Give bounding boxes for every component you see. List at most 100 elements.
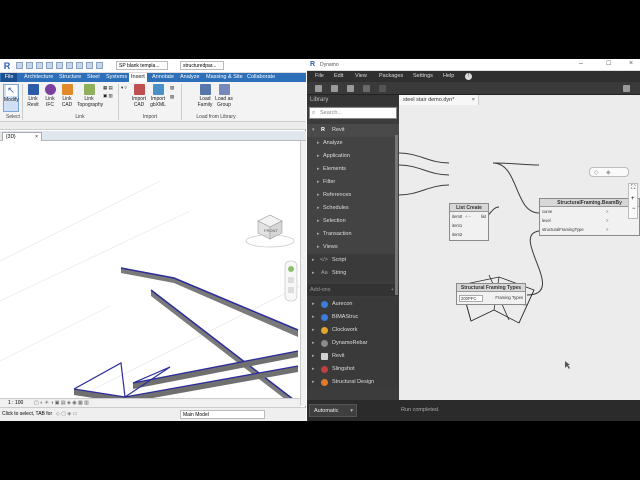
model-selector[interactable]: Main Model (180, 410, 265, 419)
addon-structural-design[interactable]: ▸ Structural Design (307, 376, 399, 389)
3d-view-canvas[interactable]: FRONT (0, 141, 300, 406)
framing-type-dropdown[interactable]: 200PFC (459, 295, 484, 302)
landing-beams[interactable] (73, 350, 299, 403)
add-input-control[interactable]: + − (465, 214, 471, 219)
library-item-script[interactable]: ▸ </> Script (307, 254, 399, 267)
undo-icon[interactable] (363, 85, 370, 92)
node-structural-framing-beam-by-curve[interactable]: StructuralFraming.BeamBy curve level str… (539, 198, 640, 236)
view-scale[interactable]: 1 : 100 (8, 400, 23, 406)
camera-icon[interactable] (623, 85, 630, 92)
load-family-button[interactable]: Load Family (196, 84, 214, 108)
node-structural-framing-types[interactable]: Structural Framing Types 200PFC Framing … (456, 283, 526, 305)
menu-file[interactable]: File (315, 71, 324, 82)
addon-aurecon[interactable]: ▸ Aurecon (307, 298, 399, 311)
close-icon[interactable]: × (35, 133, 38, 141)
annotate-icon[interactable] (86, 62, 93, 69)
sync-icon[interactable] (36, 62, 43, 69)
tab-steel[interactable]: Steel (85, 73, 102, 82)
library-item-elements[interactable]: ▸ Elements (307, 163, 399, 176)
library-search-input[interactable]: ⌕ Search... (309, 107, 397, 119)
new-file-icon[interactable] (315, 85, 322, 92)
zoom-fit-icon[interactable]: ⛶ (631, 185, 635, 192)
geometry-view-icon[interactable]: ◈ (606, 169, 611, 176)
graph-view-icon[interactable]: ◇ (594, 169, 599, 176)
add-icon[interactable]: + (391, 284, 394, 296)
link-revit-button[interactable]: Link Revit (25, 84, 41, 108)
group-label-select[interactable]: Select (4, 114, 22, 120)
save-icon[interactable] (26, 62, 33, 69)
revit-search-field[interactable]: structuredpar... (180, 61, 224, 70)
tab-analyze[interactable]: Analyze (178, 73, 202, 82)
tab-insert[interactable]: Insert (129, 73, 147, 82)
library-item-selection[interactable]: ▸ Selection (307, 215, 399, 228)
link-topography-button[interactable]: Link Topography (77, 84, 103, 108)
small-import-icons-3[interactable]: ▨ (170, 94, 174, 100)
zoom-out-icon[interactable]: − (632, 206, 636, 212)
tab-massing-site[interactable]: Massing & Site (204, 73, 245, 82)
import-gbxml-button[interactable]: Import gbXML (149, 84, 167, 108)
info-icon[interactable]: ! (465, 73, 472, 80)
menu-view[interactable]: View (355, 71, 367, 82)
graph-canvas[interactable]: steel stair demo.dyn* × List Create item… (399, 95, 640, 400)
tab-collaborate[interactable]: Collaborate (245, 73, 277, 82)
link-ifc-button[interactable]: Link IFC (42, 84, 58, 108)
measure-icon[interactable] (76, 62, 83, 69)
input-port[interactable]: curve (542, 209, 552, 214)
input-port[interactable]: item2 (452, 232, 462, 237)
addon-bimastruc[interactable]: ▸ BIMAStruc (307, 311, 399, 324)
input-port[interactable]: structuralFramingType (542, 227, 584, 232)
view-scrollbar[interactable] (300, 141, 306, 406)
revit-logo-icon[interactable]: R (2, 61, 12, 71)
library-item-application[interactable]: ▸ Application (307, 150, 399, 163)
print-icon[interactable] (66, 62, 73, 69)
output-port[interactable]: list (481, 214, 486, 219)
addon-clockwork[interactable]: ▸ Clockwork (307, 324, 399, 337)
maximize-button[interactable]: ☐ (606, 60, 611, 67)
output-port[interactable]: Framing Types (495, 295, 523, 300)
library-item-transaction[interactable]: ▸ Transaction (307, 228, 399, 241)
save-file-icon[interactable] (347, 85, 354, 92)
library-item-schedules[interactable]: ▸ Schedules (307, 202, 399, 215)
library-item-filter[interactable]: ▸ Filter (307, 176, 399, 189)
menu-settings[interactable]: Settings (413, 71, 433, 82)
status-icons[interactable]: ◇ ▢ ◈ ▭ (56, 411, 77, 417)
menu-edit[interactable]: Edit (334, 71, 343, 82)
tab-systems[interactable]: Systems (104, 73, 129, 82)
text-icon[interactable] (96, 62, 103, 69)
view-toggle[interactable]: ◇ ◈ (589, 167, 629, 177)
tab-architecture[interactable]: Architecture (22, 73, 55, 82)
library-item-analyze[interactable]: ▸ Analyze (307, 137, 399, 150)
small-import-icons[interactable]: ▾ ▿ (121, 85, 127, 91)
library-item-string[interactable]: ▸ Aa String (307, 267, 399, 280)
small-link-icons-2[interactable]: ▣ ▥ (103, 93, 113, 99)
input-port[interactable]: item0 (452, 214, 462, 219)
addon-dynamorebar[interactable]: ▸ DynamoRebar (307, 337, 399, 350)
modify-button[interactable]: ↖ Modify (3, 84, 19, 112)
open-file-icon[interactable] (331, 85, 338, 92)
run-mode-dropdown[interactable]: Automatic ▾ (309, 404, 357, 417)
library-item-views[interactable]: ▸ Views (307, 241, 399, 254)
input-port[interactable]: item1 (452, 223, 462, 228)
undo-icon[interactable] (46, 62, 53, 69)
stringer-upper[interactable] (120, 267, 299, 337)
view-tab-3d[interactable]: {3D} × (2, 132, 42, 141)
library-item-revit[interactable]: ▾ R Revit (307, 124, 399, 137)
import-cad-button[interactable]: Import CAD (131, 84, 147, 108)
tab-file[interactable]: File (1, 73, 17, 82)
node-list-create[interactable]: List Create item0 item1 item2 list + − (449, 203, 489, 241)
library-scrollbar[interactable] (395, 135, 398, 295)
close-button[interactable]: × (629, 60, 633, 67)
addon-slingshot[interactable]: ▸ Slingshot (307, 363, 399, 376)
addon-revit[interactable]: ▸ Revit (307, 350, 399, 363)
library-item-references[interactable]: ▸ References (307, 189, 399, 202)
view-control-icons[interactable]: ▢ ◐ ☀ ◑ ▣ ▤ ◈ ◉ ▦ ▥ (34, 400, 89, 406)
link-cad-button[interactable]: Link CAD (59, 84, 75, 108)
open-icon[interactable] (16, 62, 23, 69)
zoom-in-icon[interactable]: + (631, 196, 635, 202)
load-as-group-button[interactable]: Load as Group (215, 84, 233, 108)
input-port[interactable]: level (542, 218, 551, 223)
tab-structure[interactable]: Structure (57, 73, 83, 82)
menu-packages[interactable]: Packages (379, 71, 403, 82)
minimize-button[interactable]: – (579, 60, 583, 67)
view-cube[interactable]: FRONT (245, 214, 295, 248)
